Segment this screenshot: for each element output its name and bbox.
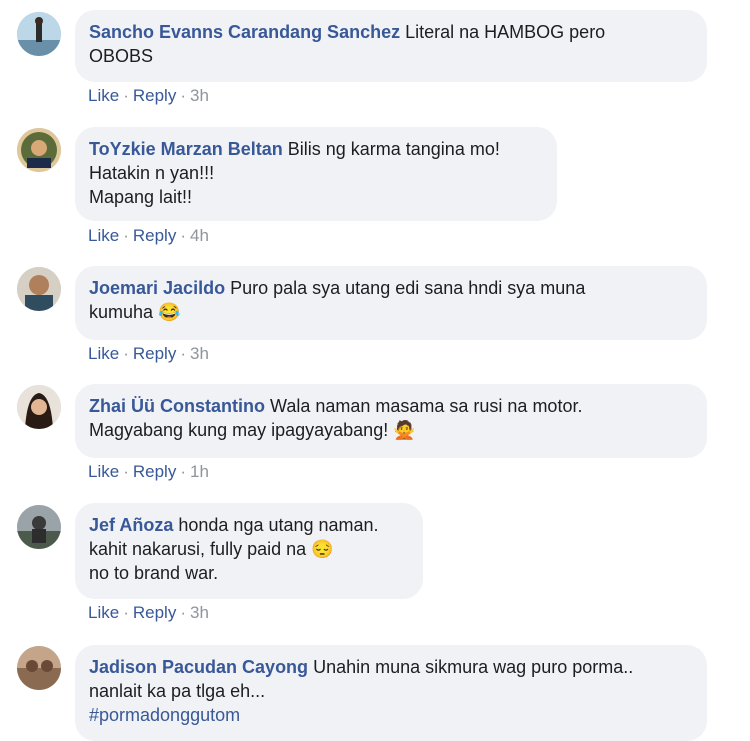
comment-author[interactable]: ToYzkie Marzan Beltan xyxy=(89,139,283,159)
laughing-emoji-icon: 😂 xyxy=(158,302,181,322)
comment-author[interactable]: Jef Añoza xyxy=(89,515,173,535)
comment-bubble: Sancho Evanns Carandang Sanchez Literal … xyxy=(75,10,707,82)
separator: · xyxy=(180,344,186,363)
comment-actions: Like · Reply · 4h xyxy=(88,226,209,246)
separator: · xyxy=(123,603,129,622)
avatar[interactable] xyxy=(17,385,61,429)
comment-author[interactable]: Jadison Pacudan Cayong xyxy=(89,657,308,677)
comment-text: Unahin muna sikmura wag puro porma.. xyxy=(313,657,634,677)
separator: · xyxy=(123,226,129,245)
comment-text: kahit nakarusi, fully paid na xyxy=(89,539,307,559)
like-link[interactable]: Like xyxy=(88,462,119,481)
like-link[interactable]: Like xyxy=(88,86,119,105)
separator: · xyxy=(180,603,186,622)
avatar[interactable] xyxy=(17,505,61,549)
separator: · xyxy=(123,86,129,105)
like-link[interactable]: Like xyxy=(88,603,119,622)
comment-actions: Like · Reply · 3h xyxy=(88,603,209,623)
comment-text: Bilis ng karma tangina mo! xyxy=(287,139,500,159)
person-gesturing-no-emoji-icon: 🙅 xyxy=(393,420,416,440)
separator: · xyxy=(123,462,129,481)
comment-actions: Like · Reply · 3h xyxy=(88,86,209,106)
comment-text: OBOBS xyxy=(89,46,154,66)
pensive-emoji-icon: 😔 xyxy=(311,539,334,559)
comment-text: kumuha xyxy=(89,302,154,322)
comment-text: honda nga utang naman. xyxy=(178,515,379,535)
comment-text: Mapang lait!! xyxy=(89,187,193,207)
comment-text: Puro pala sya utang edi sana hndi sya mu… xyxy=(230,278,586,298)
comment-text: Literal na HAMBOG pero xyxy=(405,22,606,42)
comment-author[interactable]: Joemari Jacildo xyxy=(89,278,225,298)
comment-text: nanlait ka pa tlga eh... xyxy=(89,681,266,701)
comment-actions: Like · Reply · 3h xyxy=(88,344,209,364)
comment-bubble: Jef Añoza honda nga utang naman. kahit n… xyxy=(75,503,423,599)
comment-bubble: Joemari Jacildo Puro pala sya utang edi … xyxy=(75,266,707,340)
reply-link[interactable]: Reply xyxy=(133,86,176,105)
reply-link[interactable]: Reply xyxy=(133,226,176,245)
timestamp[interactable]: 4h xyxy=(190,226,209,245)
comment-bubble: Jadison Pacudan Cayong Unahin muna sikmu… xyxy=(75,645,707,741)
comment-actions: Like · Reply · 1h xyxy=(88,462,209,482)
hashtag-link[interactable]: #pormadonggutom xyxy=(89,703,693,727)
separator: · xyxy=(180,462,186,481)
comment-text: no to brand war. xyxy=(89,563,219,583)
timestamp[interactable]: 1h xyxy=(190,462,209,481)
comment-text: Magyabang kung may ipagyayabang! xyxy=(89,420,389,440)
timestamp[interactable]: 3h xyxy=(190,86,209,105)
comment-bubble: Zhai Üü Constantino Wala naman masama sa… xyxy=(75,384,707,458)
avatar[interactable] xyxy=(17,267,61,311)
avatar[interactable] xyxy=(17,646,61,690)
comment-text: Wala naman masama sa rusi na motor. xyxy=(270,396,583,416)
reply-link[interactable]: Reply xyxy=(133,344,176,363)
reply-link[interactable]: Reply xyxy=(133,603,176,622)
timestamp[interactable]: 3h xyxy=(190,344,209,363)
like-link[interactable]: Like xyxy=(88,226,119,245)
reply-link[interactable]: Reply xyxy=(133,462,176,481)
avatar[interactable] xyxy=(17,12,61,56)
comment-bubble: ToYzkie Marzan Beltan Bilis ng karma tan… xyxy=(75,127,557,221)
separator: · xyxy=(123,344,129,363)
avatar[interactable] xyxy=(17,128,61,172)
separator: · xyxy=(180,86,186,105)
separator: · xyxy=(180,226,186,245)
comment-author[interactable]: Sancho Evanns Carandang Sanchez xyxy=(89,22,400,42)
timestamp[interactable]: 3h xyxy=(190,603,209,622)
comment-text: Hatakin n yan!!! xyxy=(89,163,215,183)
like-link[interactable]: Like xyxy=(88,344,119,363)
comment-author[interactable]: Zhai Üü Constantino xyxy=(89,396,265,416)
